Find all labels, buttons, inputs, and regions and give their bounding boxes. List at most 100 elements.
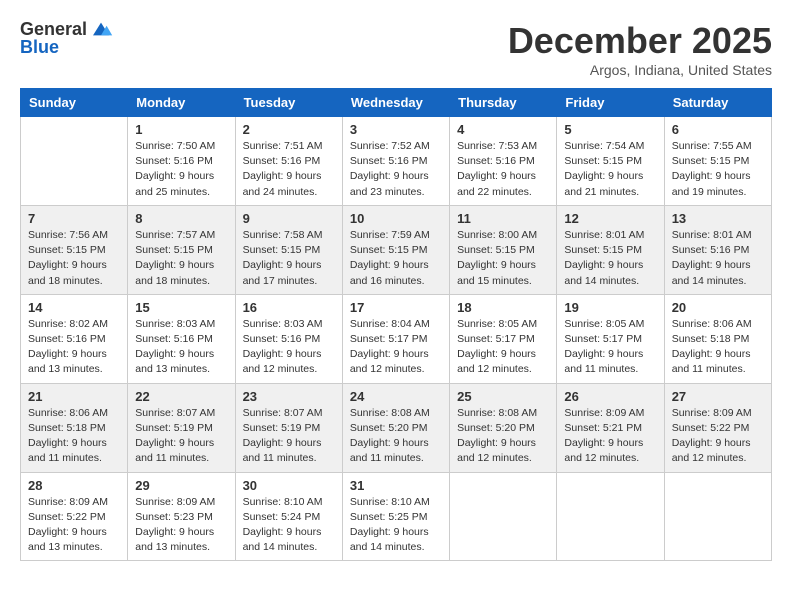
- table-row: 17 Sunrise: 8:04 AM Sunset: 5:17 PM Dayl…: [342, 294, 449, 383]
- header-tuesday: Tuesday: [235, 89, 342, 117]
- sunrise-text: Sunrise: 8:08 AM: [350, 407, 430, 419]
- day-number: 10: [350, 211, 442, 226]
- sunrise-text: Sunrise: 7:54 AM: [564, 140, 644, 152]
- table-row: 23 Sunrise: 8:07 AM Sunset: 5:19 PM Dayl…: [235, 383, 342, 472]
- sunset-text: Sunset: 5:15 PM: [135, 244, 213, 256]
- cell-content: Sunrise: 8:03 AM Sunset: 5:16 PM Dayligh…: [135, 317, 227, 378]
- sunset-text: Sunset: 5:16 PM: [135, 333, 213, 345]
- daylight-text: Daylight: 9 hours and 22 minutes.: [457, 170, 536, 197]
- daylight-text: Daylight: 9 hours and 15 minutes.: [457, 259, 536, 286]
- cell-content: Sunrise: 8:08 AM Sunset: 5:20 PM Dayligh…: [457, 406, 549, 467]
- day-number: 7: [28, 211, 120, 226]
- daylight-text: Daylight: 9 hours and 25 minutes.: [135, 170, 214, 197]
- cell-content: Sunrise: 8:10 AM Sunset: 5:24 PM Dayligh…: [243, 495, 335, 556]
- cell-content: Sunrise: 8:10 AM Sunset: 5:25 PM Dayligh…: [350, 495, 442, 556]
- sunrise-text: Sunrise: 8:01 AM: [672, 229, 752, 241]
- daylight-text: Daylight: 9 hours and 14 minutes.: [672, 259, 751, 286]
- daylight-text: Daylight: 9 hours and 11 minutes.: [564, 348, 643, 375]
- sunrise-text: Sunrise: 8:07 AM: [243, 407, 323, 419]
- sunrise-text: Sunrise: 8:09 AM: [672, 407, 752, 419]
- daylight-text: Daylight: 9 hours and 16 minutes.: [350, 259, 429, 286]
- sunset-text: Sunset: 5:18 PM: [672, 333, 750, 345]
- day-number: 29: [135, 478, 227, 493]
- sunrise-text: Sunrise: 8:10 AM: [243, 496, 323, 508]
- daylight-text: Daylight: 9 hours and 12 minutes.: [672, 437, 751, 464]
- sunset-text: Sunset: 5:16 PM: [350, 155, 428, 167]
- table-row: 21 Sunrise: 8:06 AM Sunset: 5:18 PM Dayl…: [21, 383, 128, 472]
- sunset-text: Sunset: 5:22 PM: [28, 511, 106, 523]
- day-number: 9: [243, 211, 335, 226]
- table-row: 29 Sunrise: 8:09 AM Sunset: 5:23 PM Dayl…: [128, 472, 235, 561]
- sunrise-text: Sunrise: 7:52 AM: [350, 140, 430, 152]
- table-row: 1 Sunrise: 7:50 AM Sunset: 5:16 PM Dayli…: [128, 117, 235, 206]
- header-sunday: Sunday: [21, 89, 128, 117]
- sunrise-text: Sunrise: 8:00 AM: [457, 229, 537, 241]
- logo-blue: Blue: [20, 38, 59, 56]
- table-row: 31 Sunrise: 8:10 AM Sunset: 5:25 PM Dayl…: [342, 472, 449, 561]
- day-number: 12: [564, 211, 656, 226]
- daylight-text: Daylight: 9 hours and 11 minutes.: [350, 437, 429, 464]
- daylight-text: Daylight: 9 hours and 18 minutes.: [135, 259, 214, 286]
- table-row: 14 Sunrise: 8:02 AM Sunset: 5:16 PM Dayl…: [21, 294, 128, 383]
- table-row: 7 Sunrise: 7:56 AM Sunset: 5:15 PM Dayli…: [21, 205, 128, 294]
- cell-content: Sunrise: 8:00 AM Sunset: 5:15 PM Dayligh…: [457, 228, 549, 289]
- cell-content: Sunrise: 7:51 AM Sunset: 5:16 PM Dayligh…: [243, 139, 335, 200]
- day-number: 21: [28, 389, 120, 404]
- table-row: 8 Sunrise: 7:57 AM Sunset: 5:15 PM Dayli…: [128, 205, 235, 294]
- daylight-text: Daylight: 9 hours and 11 minutes.: [672, 348, 751, 375]
- sunset-text: Sunset: 5:22 PM: [672, 422, 750, 434]
- daylight-text: Daylight: 9 hours and 11 minutes.: [243, 437, 322, 464]
- calendar-header-row: Sunday Monday Tuesday Wednesday Thursday…: [21, 89, 772, 117]
- daylight-text: Daylight: 9 hours and 21 minutes.: [564, 170, 643, 197]
- daylight-text: Daylight: 9 hours and 13 minutes.: [28, 348, 107, 375]
- day-number: 4: [457, 122, 549, 137]
- table-row: 16 Sunrise: 8:03 AM Sunset: 5:16 PM Dayl…: [235, 294, 342, 383]
- sunrise-text: Sunrise: 7:56 AM: [28, 229, 108, 241]
- day-number: 11: [457, 211, 549, 226]
- day-number: 2: [243, 122, 335, 137]
- sunset-text: Sunset: 5:16 PM: [243, 155, 321, 167]
- cell-content: Sunrise: 8:03 AM Sunset: 5:16 PM Dayligh…: [243, 317, 335, 378]
- cell-content: Sunrise: 7:58 AM Sunset: 5:15 PM Dayligh…: [243, 228, 335, 289]
- daylight-text: Daylight: 9 hours and 17 minutes.: [243, 259, 322, 286]
- cell-content: Sunrise: 8:02 AM Sunset: 5:16 PM Dayligh…: [28, 317, 120, 378]
- table-row: 19 Sunrise: 8:05 AM Sunset: 5:17 PM Dayl…: [557, 294, 664, 383]
- daylight-text: Daylight: 9 hours and 11 minutes.: [135, 437, 214, 464]
- sunrise-text: Sunrise: 8:10 AM: [350, 496, 430, 508]
- sunrise-text: Sunrise: 8:07 AM: [135, 407, 215, 419]
- cell-content: Sunrise: 8:09 AM Sunset: 5:22 PM Dayligh…: [28, 495, 120, 556]
- sunset-text: Sunset: 5:16 PM: [672, 244, 750, 256]
- calendar-table: Sunday Monday Tuesday Wednesday Thursday…: [20, 88, 772, 561]
- sunrise-text: Sunrise: 8:04 AM: [350, 318, 430, 330]
- daylight-text: Daylight: 9 hours and 12 minutes.: [350, 348, 429, 375]
- day-number: 31: [350, 478, 442, 493]
- table-row: 25 Sunrise: 8:08 AM Sunset: 5:20 PM Dayl…: [450, 383, 557, 472]
- logo: General Blue: [20, 20, 113, 56]
- sunrise-text: Sunrise: 8:06 AM: [672, 318, 752, 330]
- sunrise-text: Sunrise: 8:03 AM: [243, 318, 323, 330]
- table-row: 11 Sunrise: 8:00 AM Sunset: 5:15 PM Dayl…: [450, 205, 557, 294]
- sunset-text: Sunset: 5:16 PM: [457, 155, 535, 167]
- cell-content: Sunrise: 7:55 AM Sunset: 5:15 PM Dayligh…: [672, 139, 764, 200]
- sunset-text: Sunset: 5:23 PM: [135, 511, 213, 523]
- table-row: 13 Sunrise: 8:01 AM Sunset: 5:16 PM Dayl…: [664, 205, 771, 294]
- cell-content: Sunrise: 8:07 AM Sunset: 5:19 PM Dayligh…: [135, 406, 227, 467]
- logo-icon: [89, 21, 113, 37]
- sunset-text: Sunset: 5:20 PM: [457, 422, 535, 434]
- day-number: 17: [350, 300, 442, 315]
- sunrise-text: Sunrise: 7:53 AM: [457, 140, 537, 152]
- table-row: 22 Sunrise: 8:07 AM Sunset: 5:19 PM Dayl…: [128, 383, 235, 472]
- page-header: General Blue December 2025 Argos, Indian…: [20, 20, 772, 78]
- daylight-text: Daylight: 9 hours and 14 minutes.: [350, 526, 429, 553]
- daylight-text: Daylight: 9 hours and 12 minutes.: [243, 348, 322, 375]
- sunrise-text: Sunrise: 7:59 AM: [350, 229, 430, 241]
- sunset-text: Sunset: 5:15 PM: [672, 155, 750, 167]
- cell-content: Sunrise: 8:06 AM Sunset: 5:18 PM Dayligh…: [672, 317, 764, 378]
- sunrise-text: Sunrise: 7:57 AM: [135, 229, 215, 241]
- sunset-text: Sunset: 5:19 PM: [243, 422, 321, 434]
- cell-content: Sunrise: 8:08 AM Sunset: 5:20 PM Dayligh…: [350, 406, 442, 467]
- sunset-text: Sunset: 5:18 PM: [28, 422, 106, 434]
- day-number: 27: [672, 389, 764, 404]
- sunset-text: Sunset: 5:15 PM: [350, 244, 428, 256]
- day-number: 25: [457, 389, 549, 404]
